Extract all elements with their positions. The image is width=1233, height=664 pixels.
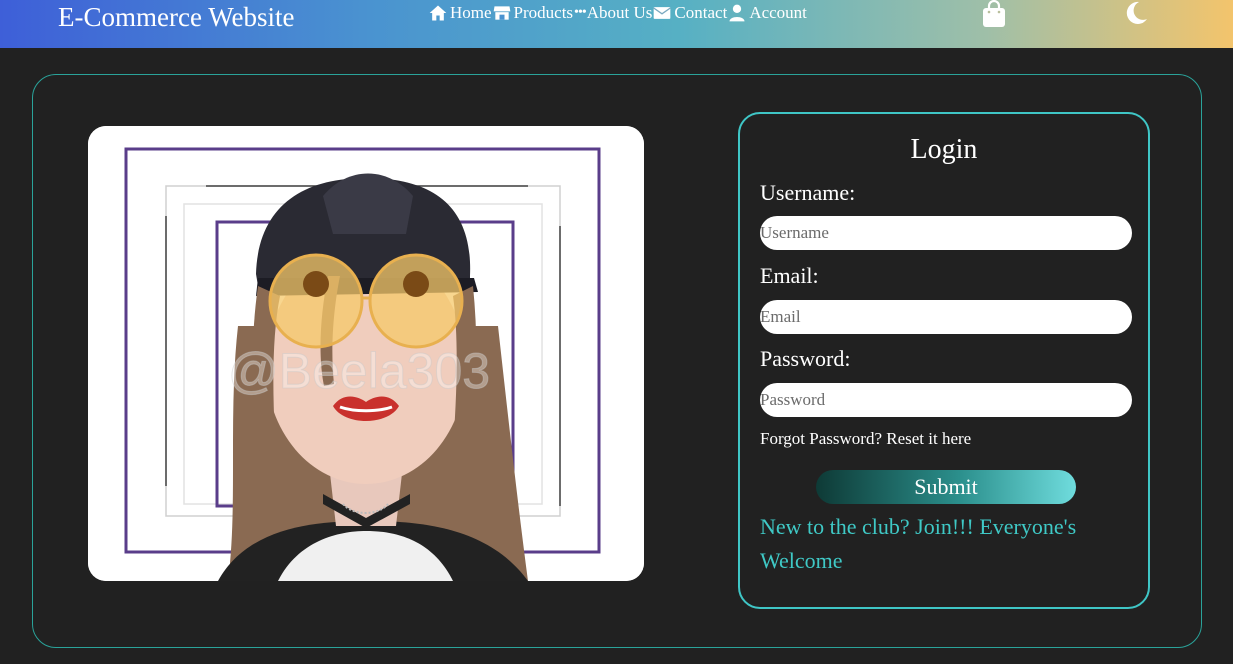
envelope-icon (653, 7, 672, 19)
nav-item-about[interactable]: ••• About Us (573, 3, 652, 23)
nav-item-contact[interactable]: Contact (652, 3, 727, 23)
ellipsis-icon: ••• (574, 5, 587, 20)
nav-label-products: Products (513, 3, 574, 22)
brand-title[interactable]: E-Commerce Website (58, 2, 295, 33)
user-icon (729, 4, 745, 22)
store-icon (493, 6, 510, 20)
username-label: Username: (760, 180, 856, 205)
home-icon (429, 5, 447, 21)
portrait-illustration: @Beela303 (88, 126, 644, 581)
nav-label-about: About Us (586, 3, 653, 22)
login-title: Login (910, 134, 978, 165)
password-label: Password: (760, 346, 851, 371)
nav-item-products[interactable]: Products (492, 3, 574, 23)
login-form: Login Username: Email: Password: Forgot … (738, 112, 1150, 609)
forgot-password-link[interactable]: Forgot Password? Reset it here (760, 429, 971, 449)
nav-item-account[interactable]: Account (727, 3, 807, 23)
password-input[interactable] (760, 383, 1132, 417)
email-input[interactable] (760, 300, 1132, 334)
email-label: Email: (760, 263, 819, 288)
nav-item-home[interactable]: Home (428, 3, 492, 23)
nav-links: Home Products ••• About Us Contact Accou… (428, 3, 807, 23)
nav-label-contact: Contact (674, 3, 728, 22)
username-input[interactable] (760, 216, 1132, 250)
moon-icon[interactable] (1124, 1, 1148, 25)
join-link[interactable]: New to the club? Join!!! Everyone's Welc… (760, 510, 1120, 578)
nav-label-home: Home (450, 3, 492, 22)
top-navbar: E-Commerce Website Home Products ••• Abo… (0, 0, 1233, 48)
nav-label-account: Account (749, 3, 807, 22)
shopping-bag-icon[interactable] (982, 0, 1006, 28)
watermark-text: @Beela303 (228, 343, 490, 399)
hero-illustration: @Beela303 (88, 126, 644, 581)
submit-button[interactable]: Submit (816, 470, 1076, 504)
